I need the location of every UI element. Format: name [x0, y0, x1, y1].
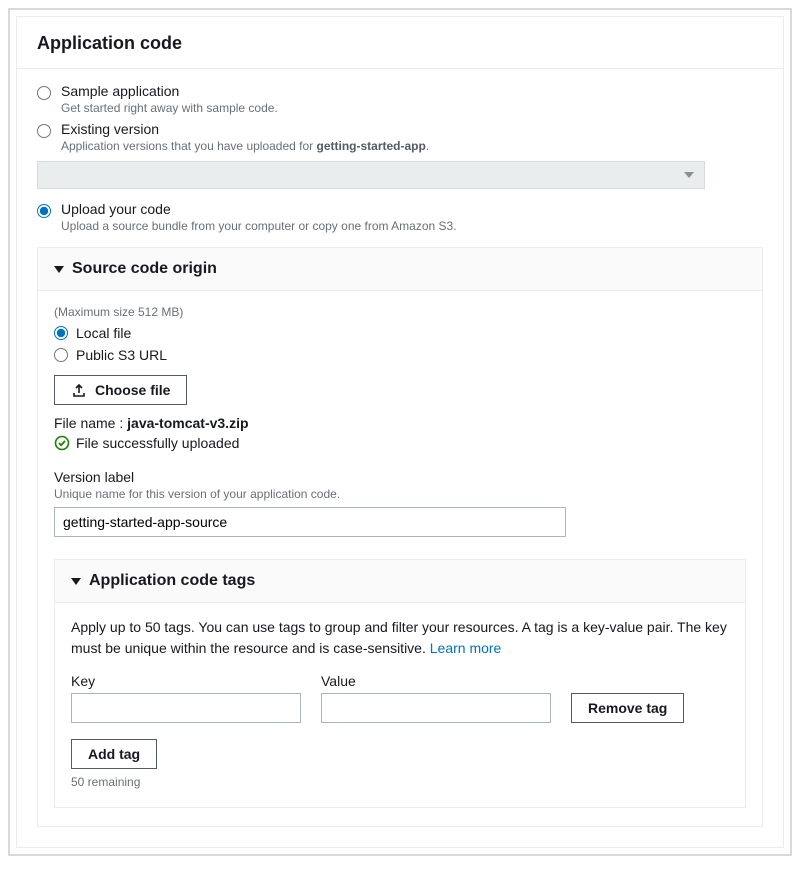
- option-sample[interactable]: Sample application Get started right awa…: [37, 83, 763, 115]
- tag-value-col: Value: [321, 673, 551, 723]
- tag-key-col: Key: [71, 673, 301, 723]
- upload-success: File successfully uploaded: [54, 435, 746, 451]
- learn-more-link[interactable]: Learn more: [430, 640, 502, 656]
- tag-key-input[interactable]: [71, 693, 301, 723]
- caret-down-icon: [71, 578, 81, 585]
- source-origin-header[interactable]: Source code origin: [38, 248, 762, 291]
- section-title: Application code: [37, 33, 763, 54]
- tags-title: Application code tags: [89, 572, 255, 590]
- option-upload-label: Upload your code: [61, 201, 457, 217]
- origin-local-label: Local file: [76, 325, 131, 341]
- version-label-desc: Unique name for this version of your app…: [54, 487, 746, 501]
- source-origin-title: Source code origin: [72, 260, 217, 278]
- application-code-panel: Application code Sample application Get …: [16, 16, 784, 848]
- upload-success-text: File successfully uploaded: [76, 435, 239, 451]
- option-sample-desc: Get started right away with sample code.: [61, 101, 278, 115]
- max-size-hint: (Maximum size 512 MB): [54, 305, 746, 319]
- origin-s3[interactable]: Public S3 URL: [54, 347, 746, 363]
- panel-header: Application code: [17, 17, 783, 69]
- origin-s3-label: Public S3 URL: [76, 347, 167, 363]
- add-tag-button[interactable]: Add tag: [71, 739, 157, 769]
- existing-desc-suffix: .: [426, 139, 429, 153]
- tags-panel: Application code tags Apply up to 50 tag…: [54, 559, 746, 808]
- tags-description: Apply up to 50 tags. You can use tags to…: [71, 617, 729, 659]
- tag-value-input[interactable]: [321, 693, 551, 723]
- file-name-label: File name :: [54, 415, 123, 431]
- option-existing-desc: Application versions that you have uploa…: [61, 139, 429, 153]
- file-name-value: java-tomcat-v3.zip: [127, 415, 248, 431]
- file-name-line: File name : java-tomcat-v3.zip: [54, 415, 746, 431]
- source-origin-body: (Maximum size 512 MB) Local file Public …: [38, 291, 762, 826]
- chevron-down-icon: [684, 172, 694, 178]
- remove-tag-button[interactable]: Remove tag: [571, 693, 684, 723]
- upload-icon: [71, 382, 87, 398]
- radio-upload[interactable]: [37, 204, 51, 218]
- option-existing[interactable]: Existing version Application versions th…: [37, 121, 763, 153]
- tag-value-label: Value: [321, 673, 551, 689]
- source-origin-panel: Source code origin (Maximum size 512 MB)…: [37, 247, 763, 827]
- caret-down-icon: [54, 266, 64, 273]
- radio-local-file[interactable]: [54, 326, 68, 340]
- radio-existing[interactable]: [37, 124, 51, 138]
- option-upload[interactable]: Upload your code Upload a source bundle …: [37, 201, 763, 233]
- existing-desc-bold: getting-started-app: [317, 139, 426, 153]
- option-existing-label: Existing version: [61, 121, 429, 137]
- existing-version-dropdown[interactable]: [37, 161, 705, 189]
- version-label-label: Version label: [54, 469, 746, 485]
- tags-header[interactable]: Application code tags: [55, 560, 745, 603]
- choose-file-button[interactable]: Choose file: [54, 375, 187, 405]
- version-label-input[interactable]: [54, 507, 566, 537]
- panel-body: Sample application Get started right awa…: [17, 69, 783, 847]
- tag-row: Key Value Remove tag: [71, 673, 729, 723]
- option-sample-label: Sample application: [61, 83, 278, 99]
- origin-local[interactable]: Local file: [54, 325, 746, 341]
- check-circle-icon: [54, 435, 70, 451]
- tag-key-label: Key: [71, 673, 301, 689]
- radio-sample[interactable]: [37, 86, 51, 100]
- tags-remaining: 50 remaining: [71, 775, 729, 789]
- tags-body: Apply up to 50 tags. You can use tags to…: [55, 603, 745, 807]
- choose-file-label: Choose file: [95, 382, 170, 398]
- radio-public-s3[interactable]: [54, 348, 68, 362]
- tags-desc-text: Apply up to 50 tags. You can use tags to…: [71, 619, 727, 656]
- existing-desc-prefix: Application versions that you have uploa…: [61, 139, 317, 153]
- option-upload-desc: Upload a source bundle from your compute…: [61, 219, 457, 233]
